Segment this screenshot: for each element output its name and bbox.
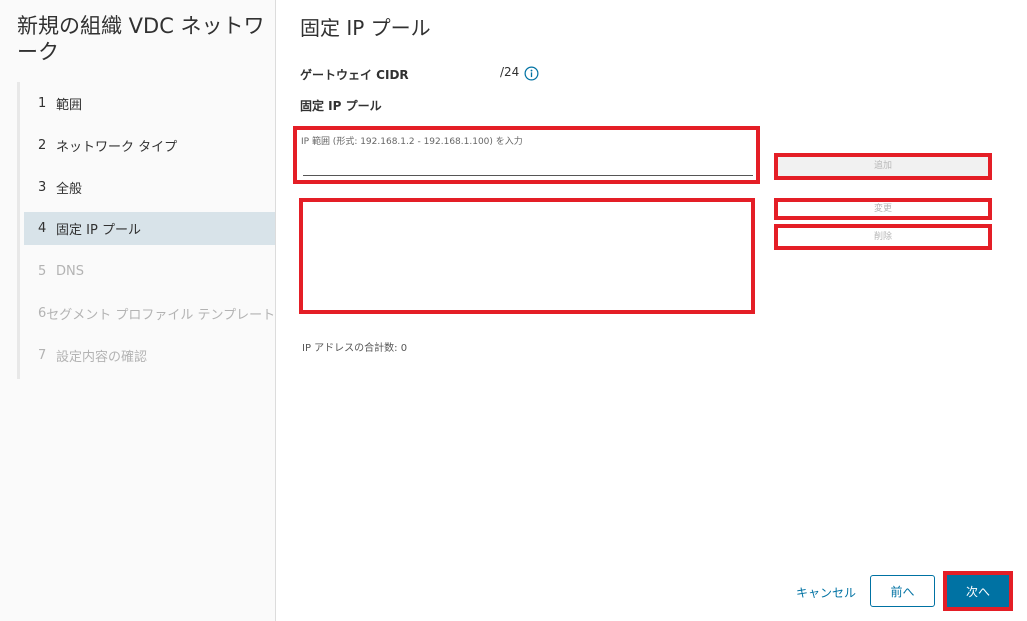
ip-range-label: IP 範囲 (形式: 192.168.1.2 - 192.168.1.100) … <box>301 137 523 147</box>
step-label: セグメント プロファイル テンプレート <box>46 307 275 323</box>
wizard-step-dns: 5 DNS <box>20 250 275 292</box>
wizard-title: 新規の組織 VDC ネットワーク <box>17 14 265 64</box>
page-title: 固定 IP プール <box>300 16 431 40</box>
wizard-steps: 1 範囲 2 ネットワーク タイプ 3 全般 4 固定 IP プール 5 DNS… <box>17 82 275 379</box>
wizard-content: 固定 IP プール ゲートウェイ CIDR /24 固定 IP プール IP 範… <box>276 0 1027 621</box>
add-button[interactable]: 追加 <box>774 153 992 180</box>
wizard-step-network-type[interactable]: 2 ネットワーク タイプ <box>20 124 275 166</box>
edit-button[interactable]: 変更 <box>774 198 992 220</box>
step-label: 全般 <box>56 181 83 197</box>
step-label: DNS <box>56 263 84 279</box>
info-icon[interactable] <box>524 66 539 81</box>
step-label: 設定内容の確認 <box>56 349 148 365</box>
gateway-cidr-value: /24 <box>500 65 520 79</box>
edit-button-label: 変更 <box>778 202 988 216</box>
next-button-highlight: 次へ <box>943 571 1013 611</box>
step-number: 7 <box>38 347 47 363</box>
step-label: 範囲 <box>56 97 83 113</box>
step-number: 1 <box>38 95 47 111</box>
ip-pool-list[interactable] <box>299 198 755 314</box>
cancel-button[interactable]: キャンセル <box>796 584 856 601</box>
step-label: 固定 IP プール <box>56 223 141 238</box>
delete-button[interactable]: 削除 <box>774 224 992 250</box>
add-button-label: 追加 <box>778 157 988 176</box>
wizard-step-segment-profile-template: 6 セグメント プロファイル テンプレート <box>20 292 275 334</box>
gateway-cidr-label: ゲートウェイ CIDR <box>300 68 409 82</box>
wizard-sidebar: 新規の組織 VDC ネットワーク 1 範囲 2 ネットワーク タイプ 3 全般 … <box>0 0 276 621</box>
delete-button-label: 削除 <box>778 228 988 246</box>
static-ip-pool-label: 固定 IP プール <box>300 99 382 113</box>
wizard-step-general[interactable]: 3 全般 <box>20 166 275 208</box>
step-number: 4 <box>38 221 47 236</box>
ip-range-field: IP 範囲 (形式: 192.168.1.2 - 192.168.1.100) … <box>293 126 760 184</box>
step-label: ネットワーク タイプ <box>56 139 178 155</box>
step-number: 5 <box>38 263 47 279</box>
wizard-step-scope[interactable]: 1 範囲 <box>20 82 275 124</box>
step-number: 2 <box>38 137 47 153</box>
wizard-step-static-ip-pool[interactable]: 4 固定 IP プール <box>24 212 275 245</box>
step-number: 6 <box>38 305 47 321</box>
wizard-step-review: 7 設定内容の確認 <box>20 334 275 376</box>
previous-button[interactable]: 前へ <box>870 575 935 607</box>
total-ip-count: IP アドレスの合計数: 0 <box>302 343 408 354</box>
next-button[interactable]: 次へ <box>947 575 1009 607</box>
step-number: 3 <box>38 179 47 195</box>
ip-range-input[interactable] <box>303 160 753 176</box>
